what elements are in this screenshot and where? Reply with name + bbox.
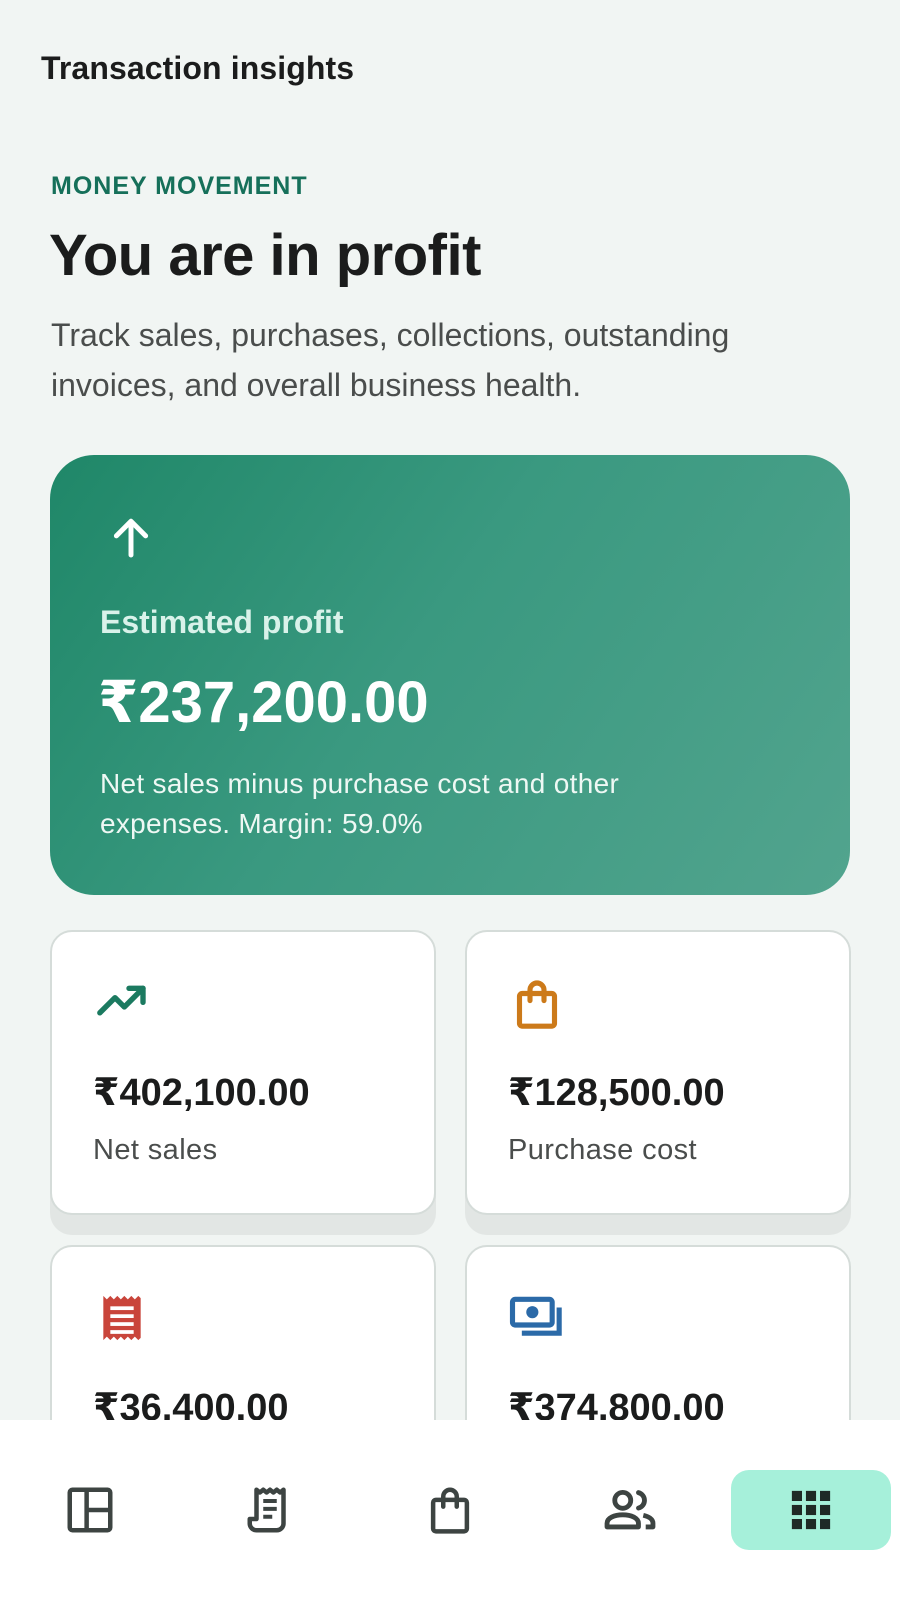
- trending-up-icon: [97, 985, 146, 1016]
- expenses-value: ₹36,400.00: [93, 1387, 289, 1420]
- scroll-content[interactable]: MONEY MOVEMENT You are in profit Track s…: [0, 0, 900, 1420]
- nav-item-purchases[interactable]: [410, 1470, 490, 1550]
- receipt-icon: [103, 1295, 141, 1341]
- dashboard-icon: [67, 1487, 113, 1533]
- hero-value: ₹237,200.00: [98, 670, 429, 735]
- purchase-cost-value: ₹128,500.00: [508, 1072, 725, 1114]
- shopping-bag-icon: [430, 1487, 470, 1534]
- hero-label: Estimated profit: [100, 604, 344, 640]
- page-headline: You are in profit: [49, 223, 481, 288]
- net-sales-label: Net sales: [93, 1134, 218, 1166]
- nav-item-dashboard[interactable]: [50, 1470, 130, 1550]
- shopping-bag-icon: [516, 980, 558, 1029]
- apps-grid-icon: [791, 1490, 831, 1530]
- arrow-up-icon: [113, 518, 149, 558]
- collections-value: ₹374,800.00: [508, 1387, 725, 1420]
- net-sales-value: ₹402,100.00: [93, 1072, 310, 1114]
- nav-item-invoices[interactable]: [230, 1470, 310, 1550]
- section-eyebrow: MONEY MOVEMENT: [51, 172, 308, 200]
- purchase-cost-label: Purchase cost: [508, 1134, 697, 1166]
- payments-icon: [509, 1296, 562, 1336]
- people-icon: [604, 1489, 656, 1530]
- hero-description: Net sales minus purchase cost and other …: [100, 768, 620, 839]
- nav-item-more[interactable]: [771, 1470, 851, 1550]
- receipt-long-icon: [247, 1487, 286, 1533]
- page-subtitle: Track sales, purchases, collections, out…: [51, 317, 730, 403]
- nav-item-customers[interactable]: [590, 1470, 670, 1550]
